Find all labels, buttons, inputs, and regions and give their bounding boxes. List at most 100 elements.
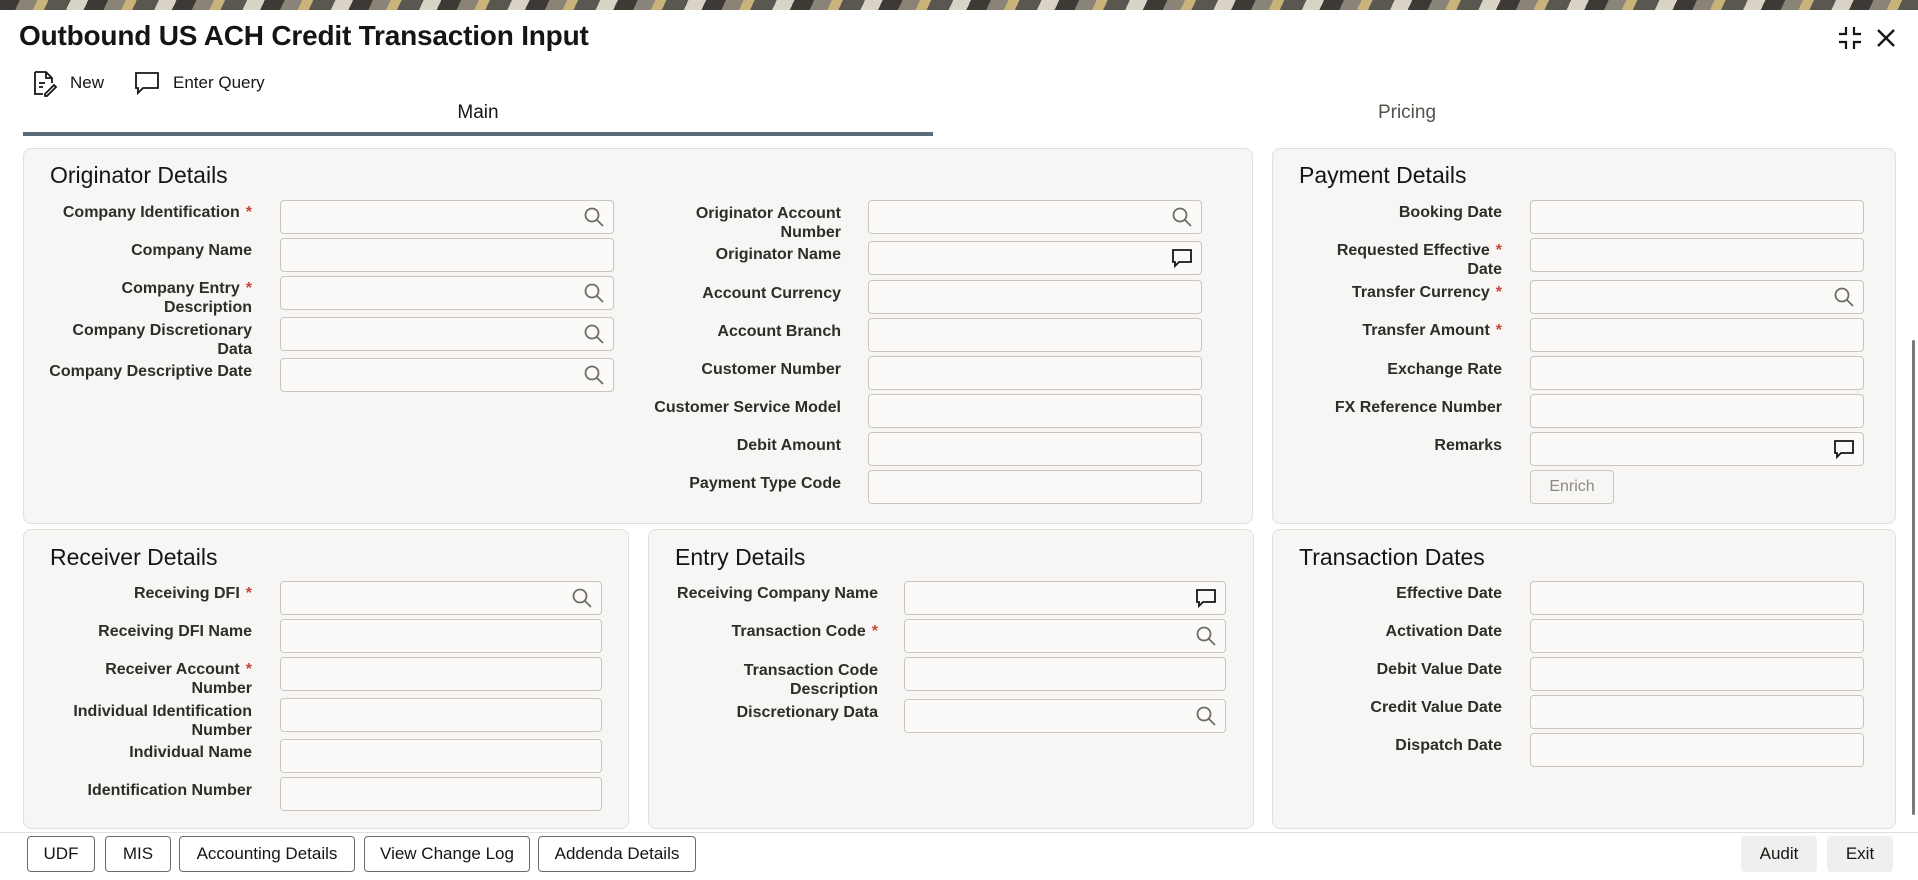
company-discretionary-data-field[interactable] bbox=[280, 317, 614, 351]
collapse-arrows-icon[interactable] bbox=[1836, 24, 1864, 52]
account-currency-input[interactable] bbox=[869, 281, 1201, 313]
transfer-currency-input[interactable] bbox=[1531, 281, 1863, 313]
debit-value-date-field[interactable] bbox=[1530, 657, 1864, 691]
search-icon[interactable] bbox=[583, 206, 605, 228]
activation-date-field[interactable] bbox=[1530, 619, 1864, 653]
company-entry-description-field[interactable] bbox=[280, 276, 614, 310]
identification-number-field[interactable] bbox=[280, 777, 602, 811]
view-change-log-button[interactable]: View Change Log bbox=[364, 836, 530, 872]
accounting-details-button[interactable]: Accounting Details bbox=[179, 836, 355, 872]
receiving-company-name-label: Receiving Company Name bbox=[677, 585, 878, 602]
search-icon[interactable] bbox=[1833, 286, 1855, 308]
audit-button[interactable]: Audit bbox=[1741, 836, 1817, 872]
search-icon[interactable] bbox=[583, 364, 605, 386]
individual-identification-number-field[interactable] bbox=[280, 698, 602, 732]
booking-date-field[interactable] bbox=[1530, 200, 1864, 234]
receiving-dfi-input[interactable] bbox=[281, 582, 601, 614]
search-icon[interactable] bbox=[1171, 206, 1193, 228]
fx-reference-number-input[interactable] bbox=[1531, 395, 1863, 427]
company-name-field[interactable] bbox=[280, 238, 614, 272]
receiving-dfi-name-input[interactable] bbox=[281, 620, 601, 652]
close-icon[interactable] bbox=[1872, 24, 1900, 52]
identification-number-input[interactable] bbox=[281, 778, 601, 810]
customer-service-model-field[interactable] bbox=[868, 394, 1202, 428]
exit-button[interactable]: Exit bbox=[1827, 836, 1893, 872]
booking-date-input[interactable] bbox=[1531, 201, 1863, 233]
receiving-company-name-field[interactable] bbox=[904, 581, 1226, 615]
transaction-code-description-input[interactable] bbox=[905, 658, 1225, 690]
remarks-input[interactable] bbox=[1531, 433, 1863, 465]
originator-name-field[interactable] bbox=[868, 241, 1202, 275]
company-identification-field[interactable] bbox=[280, 200, 614, 234]
udf-button[interactable]: UDF bbox=[27, 836, 95, 872]
customer-service-model-input[interactable] bbox=[869, 395, 1201, 427]
search-icon[interactable] bbox=[571, 587, 593, 609]
receiver-account-number-input[interactable] bbox=[281, 658, 601, 690]
receiving-dfi-name-field[interactable] bbox=[280, 619, 602, 653]
company-descriptive-date-field[interactable] bbox=[280, 358, 614, 392]
credit-value-date-field[interactable] bbox=[1530, 695, 1864, 729]
discretionary-data-input[interactable] bbox=[905, 700, 1225, 732]
comment-icon[interactable] bbox=[1833, 438, 1855, 460]
transaction-code-field[interactable] bbox=[904, 619, 1226, 653]
search-icon[interactable] bbox=[583, 282, 605, 304]
effective-date-field[interactable] bbox=[1530, 581, 1864, 615]
requested-effective-date-field[interactable] bbox=[1530, 238, 1864, 272]
originator-name-input[interactable] bbox=[869, 242, 1201, 274]
exchange-rate-input[interactable] bbox=[1531, 357, 1863, 389]
search-icon[interactable] bbox=[583, 323, 605, 345]
exchange-rate-field[interactable] bbox=[1530, 356, 1864, 390]
individual-name-field[interactable] bbox=[280, 739, 602, 773]
tab-pricing[interactable]: Pricing bbox=[937, 100, 1877, 136]
account-currency-field[interactable] bbox=[868, 280, 1202, 314]
debit-amount-input[interactable] bbox=[869, 433, 1201, 465]
transaction-code-description-field[interactable] bbox=[904, 657, 1226, 691]
receiving-dfi-field[interactable] bbox=[280, 581, 602, 615]
account-branch-input[interactable] bbox=[869, 319, 1201, 351]
customer-number-input[interactable] bbox=[869, 357, 1201, 389]
activation-date-input[interactable] bbox=[1531, 620, 1863, 652]
comment-icon[interactable] bbox=[1171, 247, 1193, 269]
tab-main[interactable]: Main bbox=[23, 100, 933, 136]
customer-number-field[interactable] bbox=[868, 356, 1202, 390]
account-branch-field[interactable] bbox=[868, 318, 1202, 352]
addenda-details-button[interactable]: Addenda Details bbox=[538, 836, 696, 872]
dispatch-date-input[interactable] bbox=[1531, 734, 1863, 766]
company-name-input[interactable] bbox=[281, 239, 613, 271]
credit-value-date-input[interactable] bbox=[1531, 696, 1863, 728]
remarks-label: Remarks bbox=[1434, 437, 1502, 454]
new-button[interactable]: New bbox=[30, 68, 104, 98]
mis-button[interactable]: MIS bbox=[105, 836, 171, 872]
transfer-amount-field[interactable] bbox=[1530, 318, 1864, 352]
individual-identification-number-input[interactable] bbox=[281, 699, 601, 731]
debit-value-date-input[interactable] bbox=[1531, 658, 1863, 690]
transfer-amount-input[interactable] bbox=[1531, 319, 1863, 351]
originator-account-number-input[interactable] bbox=[869, 201, 1201, 233]
dispatch-date-field[interactable] bbox=[1530, 733, 1864, 767]
company-descriptive-date-input[interactable] bbox=[281, 359, 613, 391]
debit-amount-field[interactable] bbox=[868, 432, 1202, 466]
effective-date-input[interactable] bbox=[1531, 582, 1863, 614]
requested-effective-date-input[interactable] bbox=[1531, 239, 1863, 271]
company-identification-input[interactable] bbox=[281, 201, 613, 233]
transaction-code-input[interactable] bbox=[905, 620, 1225, 652]
company-entry-description-input[interactable] bbox=[281, 277, 613, 309]
originator-name-label: Originator Name bbox=[715, 246, 841, 263]
fx-reference-number-field[interactable] bbox=[1530, 394, 1864, 428]
remarks-field[interactable] bbox=[1530, 432, 1864, 466]
comment-icon[interactable] bbox=[1195, 587, 1217, 609]
originator-account-number-field[interactable] bbox=[868, 200, 1202, 234]
individual-name-input[interactable] bbox=[281, 740, 601, 772]
company-discretionary-data-input[interactable] bbox=[281, 318, 613, 350]
search-icon[interactable] bbox=[1195, 705, 1217, 727]
enrich-button[interactable]: Enrich bbox=[1530, 470, 1614, 504]
receiving-company-name-input[interactable] bbox=[905, 582, 1225, 614]
transfer-currency-field[interactable] bbox=[1530, 280, 1864, 314]
search-icon[interactable] bbox=[1195, 625, 1217, 647]
payment-type-code-field[interactable] bbox=[868, 470, 1202, 504]
enter-query-button[interactable]: Enter Query bbox=[133, 68, 265, 98]
vertical-scrollbar[interactable] bbox=[1912, 340, 1915, 815]
receiver-account-number-field[interactable] bbox=[280, 657, 602, 691]
discretionary-data-field[interactable] bbox=[904, 699, 1226, 733]
payment-type-code-input[interactable] bbox=[869, 471, 1201, 503]
